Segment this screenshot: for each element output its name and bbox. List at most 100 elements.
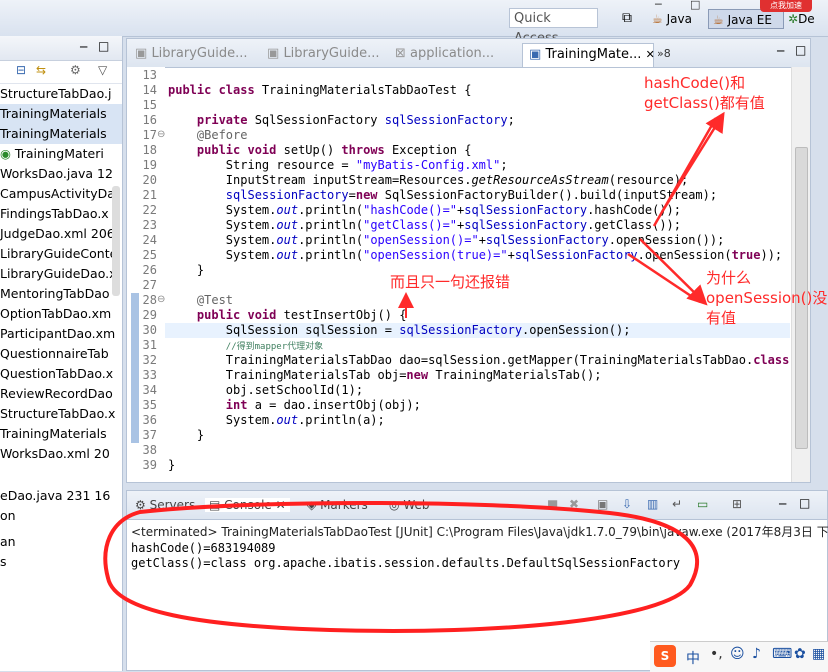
tree-item-label: StructureTabDao.j — [0, 86, 112, 101]
tree-item[interactable]: OptionTabDao.xm — [0, 304, 122, 324]
maximize-view-icon[interactable]: □ — [98, 39, 109, 53]
tree-item[interactable]: ReviewRecordDao — [0, 384, 122, 404]
link-editor-icon[interactable]: ⇆ — [36, 63, 46, 77]
tab-web[interactable]: ◎ Web — [389, 498, 429, 512]
line-number: 14 — [142, 83, 157, 97]
speedup-badge[interactable]: 点我加速 — [760, 0, 812, 12]
skin-icon[interactable]: ✿ — [794, 646, 806, 662]
code-token: "openSession(true)=" — [363, 248, 508, 262]
editor-tabs: ▣ LibraryGuide... ▣ LibraryGuide... ⊠ ap… — [127, 39, 810, 68]
maximize-editor-icon[interactable]: □ — [795, 43, 806, 57]
emoji-icon[interactable]: ☺ — [730, 646, 745, 662]
line-number: 23 — [142, 218, 157, 232]
tree-item-label: LibraryGuideDao.x — [0, 266, 117, 281]
remove-launch-icon[interactable]: ✖ — [569, 497, 579, 511]
more-tabs-button[interactable]: »8 — [657, 43, 671, 67]
tab-libraryguide-2[interactable]: ▣ LibraryGuide... — [267, 43, 379, 67]
code-token: new — [406, 368, 429, 382]
code-token: .println( — [298, 218, 364, 232]
open-console-icon[interactable]: ⊞ — [732, 497, 742, 511]
toolbox-icon[interactable]: ▦ — [812, 646, 825, 662]
line-number: 22 — [142, 203, 157, 217]
punctuation-icon[interactable]: •, — [710, 646, 723, 662]
code-token: out — [276, 218, 299, 232]
tab-servers[interactable]: ⚙ Servers — [135, 498, 195, 512]
tab-libraryguide-1[interactable]: ▣ LibraryGuide... — [135, 43, 247, 67]
ime-toolbar: S 中 •, ☺ ♪ ⌨ ✿ ▦ — [650, 641, 828, 672]
tree-item[interactable]: MentoringTabDao — [0, 284, 122, 304]
outline-item[interactable]: s — [0, 552, 122, 572]
tab-console[interactable]: ▤ Console ✕ — [205, 498, 290, 512]
line-number: 39 — [142, 458, 157, 472]
tab-trainingmaterials[interactable]: ▣ TrainingMate... ✕ — [522, 43, 655, 67]
collapse-all-icon[interactable]: ⊟ — [16, 63, 26, 77]
tree-item[interactable]: TrainingMaterials — [0, 424, 122, 444]
annotation-hashcode: hashCode()和 getClass()都有值 — [644, 74, 765, 112]
code-token: = — [348, 188, 356, 202]
tree-item[interactable]: TrainingMaterials — [0, 104, 122, 124]
tree-item[interactable]: LibraryGuideDao.x — [0, 264, 122, 284]
tree-item[interactable]: StructureTabDao.j — [0, 84, 122, 104]
tree-scrollbar[interactable] — [112, 186, 120, 296]
perspective-java[interactable]: ☕ Java — [652, 9, 692, 29]
scroll-lock-icon[interactable]: ⇩ — [622, 497, 632, 511]
tab-markers[interactable]: ◈ Markers — [307, 498, 368, 512]
quick-access-input[interactable]: Quick Access — [509, 8, 598, 46]
tree-item[interactable]: WorksDao.java 12 — [0, 164, 122, 184]
clear-console-icon[interactable]: ▣ — [597, 497, 608, 511]
tree-item[interactable]: QuestionTabDao.x — [0, 364, 122, 384]
outline-item[interactable]: an — [0, 532, 122, 552]
minimize-console-icon[interactable]: ─ — [779, 497, 786, 511]
keyboard-icon[interactable]: ⌨ — [772, 646, 792, 662]
code-token: setUp() — [276, 143, 342, 157]
display-console-icon[interactable]: ▭ — [697, 497, 708, 511]
code-line: String resource = "myBatis-Config.xml"; — [168, 158, 508, 173]
minimize-view-icon[interactable]: ─ — [80, 40, 87, 54]
code-token: public void — [196, 143, 277, 157]
terminate-icon[interactable]: ■ — [547, 497, 558, 511]
code-line: int a = dao.insertObj(obj); — [168, 398, 421, 413]
code-token: } — [196, 263, 205, 277]
line-number: 15 — [142, 98, 157, 112]
code-token: @Before — [196, 128, 248, 142]
outline-item[interactable]: eDao.java 231 16 — [0, 486, 122, 506]
line-number: 17 — [142, 128, 157, 142]
filter-icon[interactable]: ⚙ — [70, 63, 81, 77]
tree-item[interactable]: TrainingMaterials — [0, 124, 122, 144]
maximize-console-icon[interactable]: □ — [799, 496, 810, 510]
tree-item[interactable]: ParticipantDao.xm — [0, 324, 122, 344]
minimize-editor-icon[interactable]: ─ — [777, 44, 784, 58]
tree-item[interactable]: FindingsTabDao.x — [0, 204, 122, 224]
perspective-open-icon[interactable]: ⧉ — [622, 10, 632, 26]
tab-application[interactable]: ⊠ application... — [395, 43, 494, 67]
code-token: public class — [168, 83, 255, 97]
voice-icon[interactable]: ♪ — [752, 646, 761, 662]
code-line: System.out.println("openSession()="+sqlS… — [168, 233, 725, 248]
close-tab-icon[interactable]: ✕ — [646, 48, 655, 61]
tree-item[interactable]: ◉ TrainingMateri — [0, 144, 122, 164]
code-token: TrainingMaterialsTab obj= — [225, 368, 407, 382]
tree-item-label: TrainingMateri — [14, 146, 104, 161]
debug-perspective-icon: ✲ — [788, 12, 799, 26]
tree-item[interactable]: WorksDao.xml 20 — [0, 444, 122, 464]
code-line: public void testInsertObj() { — [168, 308, 407, 323]
tree-item-label: WorksDao.xml 20 — [0, 446, 110, 461]
perspective-debug[interactable]: ✲De — [788, 9, 815, 29]
line-number: 19 — [142, 158, 157, 172]
tree-item[interactable]: StructureTabDao.x — [0, 404, 122, 424]
tree-item[interactable]: QuestionnaireTab — [0, 344, 122, 364]
pin-console-icon[interactable]: ▥ — [647, 497, 658, 511]
perspective-java-ee[interactable]: ☕ Java EE — [708, 9, 784, 29]
tree-item[interactable]: JudgeDao.xml 206 — [0, 224, 122, 244]
tree-item-label: WorksDao.java 12 — [0, 166, 113, 181]
tree-item[interactable]: CampusActivityDa — [0, 184, 122, 204]
word-wrap-icon[interactable]: ↵ — [672, 497, 682, 511]
ime-mode[interactable]: 中 — [686, 648, 700, 668]
outline-item[interactable]: on — [0, 506, 122, 526]
code-line: obj.setSchoolId(1); — [168, 383, 363, 398]
tree-item[interactable]: LibraryGuideConte — [0, 244, 122, 264]
view-menu-icon[interactable]: ▽ — [98, 63, 107, 77]
